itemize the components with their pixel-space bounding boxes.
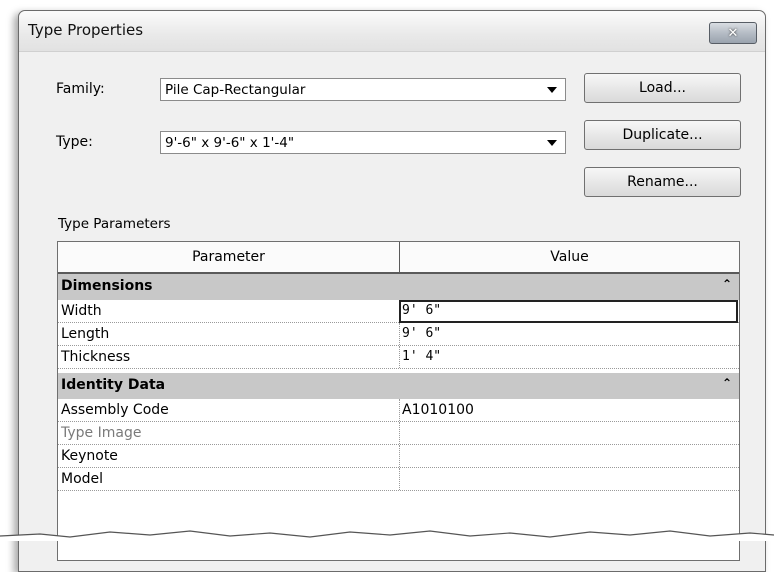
torn-edge <box>0 530 774 541</box>
title-bar[interactable]: Type Properties ✕ <box>19 11 765 52</box>
table-row[interactable]: Keynote <box>58 445 739 468</box>
group-header-identity-data[interactable]: Identity Data ⌃ <box>58 373 739 399</box>
family-label: Family: <box>56 81 105 97</box>
parameter-value[interactable]: A1010100 <box>402 402 474 418</box>
parameter-name: Model <box>61 471 104 487</box>
type-dropdown[interactable]: 9'-6" x 9'-6" x 1'-4" <box>160 131 566 154</box>
group-title: Dimensions <box>61 278 153 294</box>
dialog-title: Type Properties <box>28 21 144 39</box>
close-button[interactable]: ✕ <box>709 22 757 44</box>
collapse-icon[interactable]: ⌃ <box>722 277 732 291</box>
type-value: 9'-6" x 9'-6" x 1'-4" <box>165 135 295 151</box>
parameter-value[interactable]: 1' 4" <box>402 349 441 364</box>
parameter-name: Length <box>61 326 110 342</box>
table-row[interactable]: Width 9' 6" <box>58 300 739 323</box>
duplicate-button[interactable]: Duplicate... <box>584 120 741 150</box>
parameter-value[interactable]: 9' 6" <box>402 303 441 318</box>
group-title: Identity Data <box>61 377 166 393</box>
parameters-grid: Parameter Value Dimensions ⌃ Width 9' 6"… <box>57 241 740 561</box>
table-row[interactable]: Type Image <box>58 422 739 445</box>
column-header-parameter[interactable]: Parameter <box>58 242 400 272</box>
grid-header: Parameter Value <box>58 242 739 274</box>
collapse-icon[interactable]: ⌃ <box>722 376 732 390</box>
family-dropdown[interactable]: Pile Cap-Rectangular <box>160 78 566 101</box>
table-row[interactable]: Model <box>58 468 739 491</box>
family-value: Pile Cap-Rectangular <box>165 82 306 98</box>
type-properties-dialog: Type Properties ✕ Family: Pile Cap-Recta… <box>18 10 766 572</box>
table-row[interactable]: Length 9' 6" <box>58 323 739 346</box>
table-row[interactable]: Thickness 1' 4" <box>58 346 739 369</box>
value-editor[interactable] <box>399 300 738 323</box>
type-parameters-label: Type Parameters <box>58 216 171 232</box>
rename-button[interactable]: Rename... <box>584 167 741 197</box>
column-header-value[interactable]: Value <box>400 242 739 272</box>
parameter-name: Width <box>61 303 102 319</box>
table-row[interactable]: Assembly Code A1010100 <box>58 399 739 422</box>
chevron-down-icon <box>547 140 557 146</box>
chevron-down-icon <box>547 87 557 93</box>
parameter-value[interactable]: 9' 6" <box>402 326 441 341</box>
parameter-name: Keynote <box>61 448 118 464</box>
close-icon: ✕ <box>727 25 739 41</box>
group-header-dimensions[interactable]: Dimensions ⌃ <box>58 274 739 300</box>
parameter-name: Thickness <box>61 349 131 365</box>
load-button[interactable]: Load... <box>584 73 741 103</box>
parameter-name: Assembly Code <box>61 402 169 418</box>
type-label: Type: <box>56 134 93 150</box>
parameter-name: Type Image <box>61 425 142 441</box>
